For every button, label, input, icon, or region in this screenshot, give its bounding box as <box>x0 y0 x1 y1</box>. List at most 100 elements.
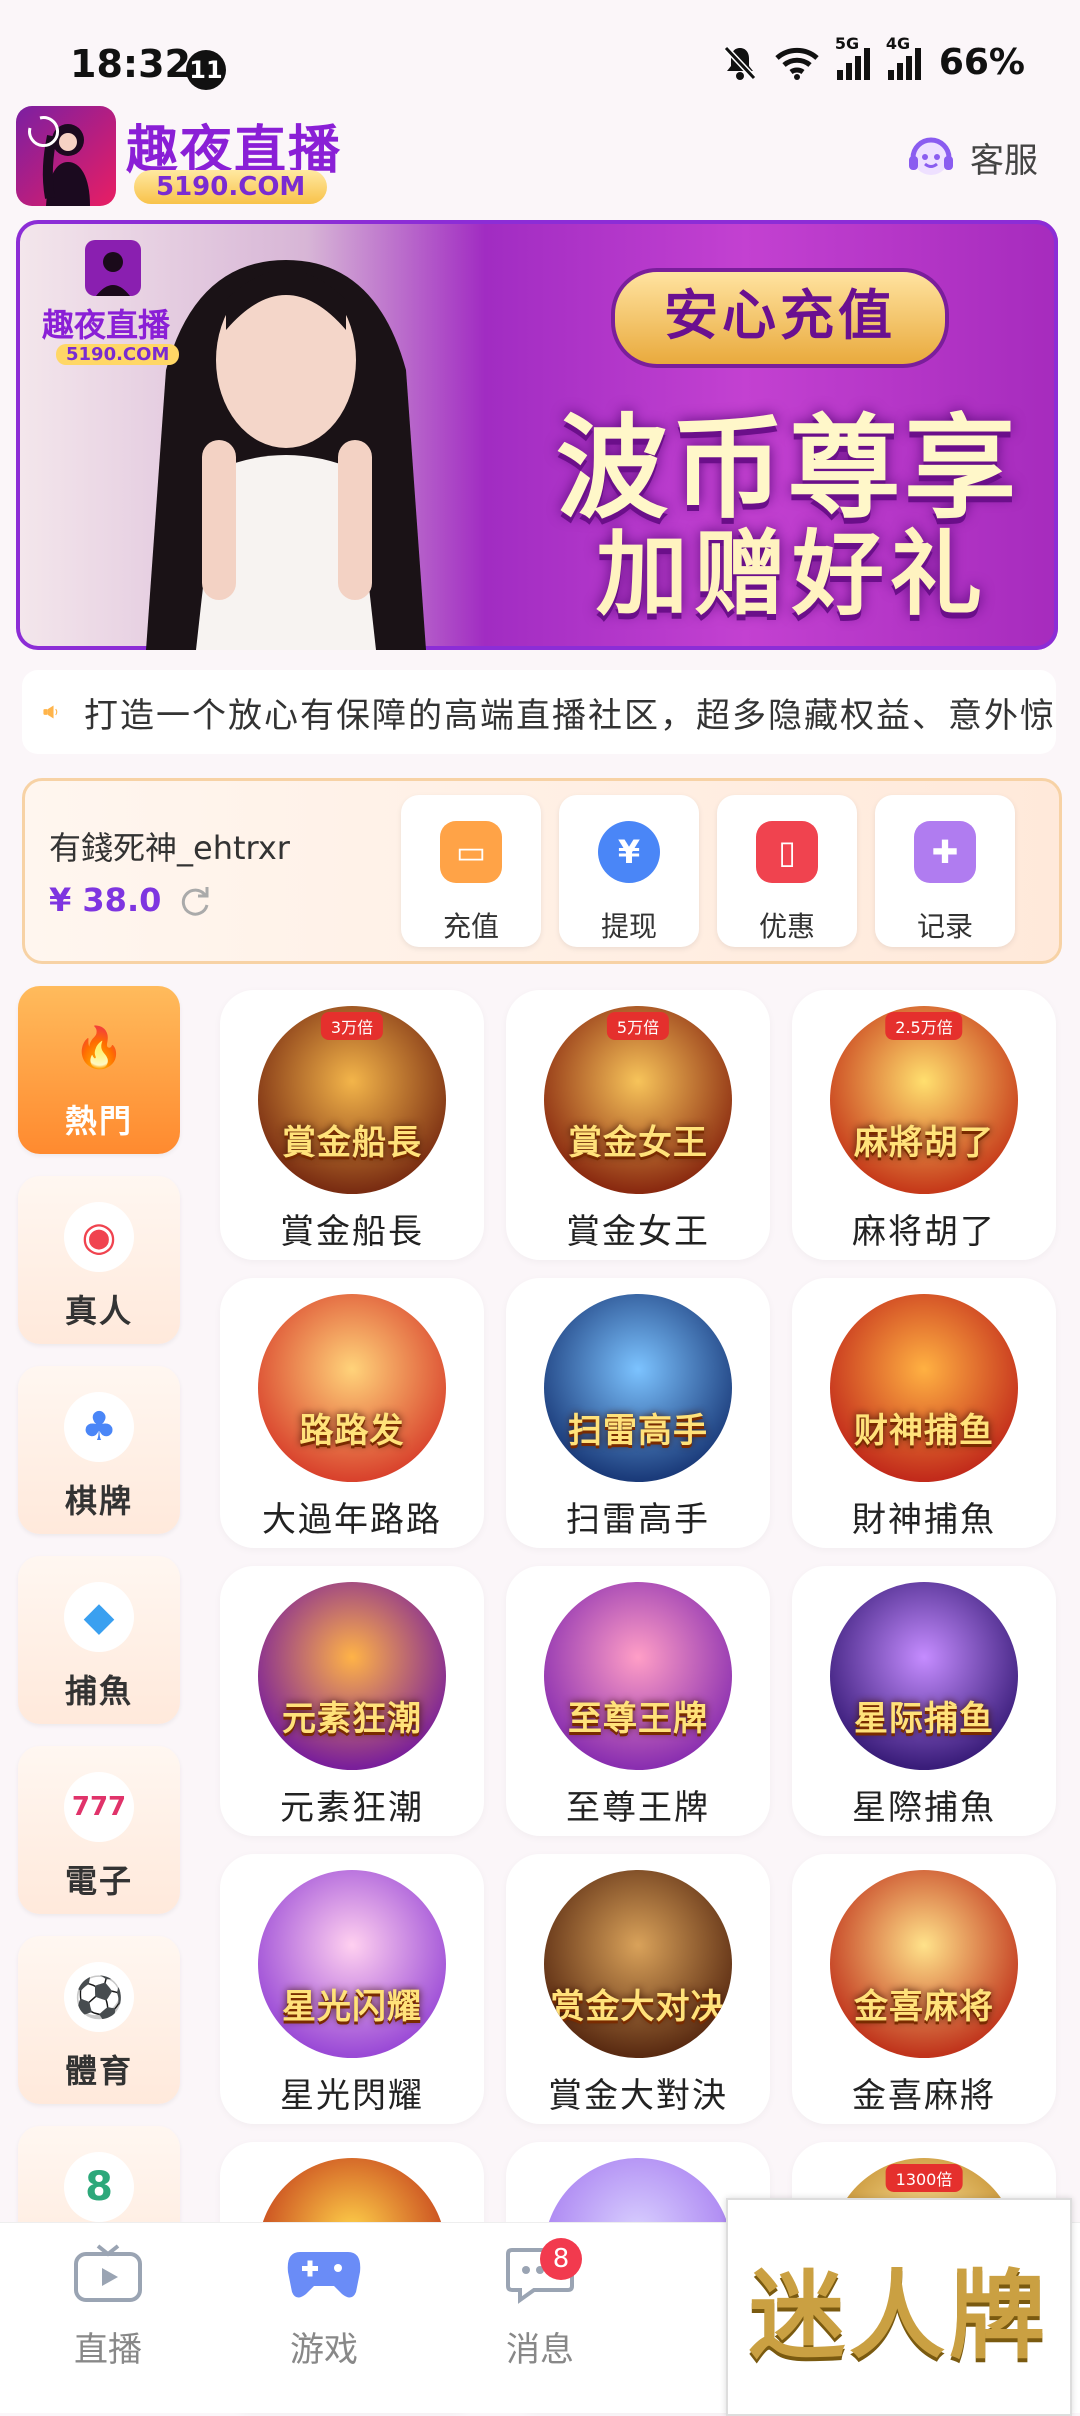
game-name: 大過年路路 <box>262 1500 442 1540</box>
game-name: 元素狂潮 <box>280 1788 424 1828</box>
game-card[interactable]: 财神捕鱼 財神捕魚 <box>792 1278 1056 1548</box>
bell-off-icon <box>723 45 757 80</box>
game-card[interactable]: 星际捕鱼 星際捕魚 <box>792 1566 1056 1836</box>
cards-icon: ♣ <box>64 1392 134 1462</box>
game-name: 至尊王牌 <box>566 1788 710 1828</box>
game-name: 賞金船長 <box>280 1212 424 1252</box>
game-logo-text: 金喜麻将 <box>854 1987 994 2027</box>
game-name: 賞金女王 <box>566 1212 710 1252</box>
game-thumbnail: 路路发 <box>258 1294 446 1482</box>
signal-5g-icon: 5G <box>835 34 870 80</box>
game-thumbnail: 金喜麻将 <box>830 1870 1018 2058</box>
nav-live[interactable]: 直播 <box>28 2242 188 2371</box>
category-label: 棋牌 <box>64 1482 133 1520</box>
category-tab-3[interactable]: ◆ 捕魚 <box>18 1556 180 1724</box>
headset-icon <box>909 137 953 175</box>
game-thumbnail: 3万倍 賞金船長 <box>258 1006 446 1194</box>
game-name: 賞金大對決 <box>548 2076 728 2116</box>
speaker-icon <box>43 705 58 719</box>
balance-amount: ¥ 38.0 <box>49 881 162 919</box>
game-logo-text: 元素狂潮 <box>282 1699 422 1739</box>
game-logo-text: 星际捕鱼 <box>854 1699 994 1739</box>
game-card[interactable]: 金喜麻将 金喜麻將 <box>792 1854 1056 2124</box>
game-card[interactable]: 元素狂潮 元素狂潮 <box>220 1566 484 1836</box>
game-thumbnail: 元素狂潮 <box>258 1582 446 1770</box>
gamepad-icon <box>287 2252 361 2298</box>
game-card[interactable]: 赏金大对决賞金大對決 <box>506 1854 770 2124</box>
game-logo-text: 星光闪耀 <box>282 1987 422 2027</box>
game-name: 金喜麻將 <box>852 2076 996 2116</box>
game-multiplier-badge: 2.5万倍 <box>885 1012 963 1040</box>
wallet-panel: 有錢死神_ehtrxr ¥ 38.0 ▭ 充值 ¥ 提现 ▯ 优惠 ✚ 记录 <box>22 778 1062 964</box>
game-logo-text: 賞金船長 <box>282 1123 422 1163</box>
game-multiplier-badge: 5万倍 <box>606 1012 670 1040</box>
game-thumbnail: 星光闪耀 <box>258 1870 446 2058</box>
nav-games-label: 游戏 <box>290 2330 358 2370</box>
soccer-icon: ⚽ <box>64 1962 134 2032</box>
wallet-button-label: 优惠 <box>758 910 815 943</box>
announcement-marquee[interactable]: 打造一个放心有保障的高端直播社区，超多隐藏权益、意外惊 <box>22 670 1056 754</box>
game-card[interactable]: 至尊王牌 至尊王牌 <box>506 1566 770 1836</box>
game-card[interactable]: 路路发 大過年路路 <box>220 1278 484 1548</box>
category-tab-2[interactable]: ♣ 棋牌 <box>18 1366 180 1534</box>
status-time: 18:32 <box>70 42 191 86</box>
game-name: 星際捕魚 <box>852 1788 996 1828</box>
game-name: 星光閃耀 <box>280 2076 424 2116</box>
username: 有錢死神_ehtrxr <box>49 829 290 867</box>
yen-icon: ¥ <box>598 821 660 883</box>
category-tab-1[interactable]: ◉ 真人 <box>18 1176 180 1344</box>
category-label: 熱門 <box>64 1102 133 1140</box>
promo-banner[interactable]: 趣夜直播 5190.COM 安心充值 波币尊享 加赠好礼 <box>16 220 1058 650</box>
nav-games[interactable]: 游戏 <box>244 2242 404 2371</box>
wifi-icon <box>775 47 819 80</box>
tv-icon <box>74 2244 142 2302</box>
wallet-button-label: 充值 <box>442 910 499 943</box>
wallet-button-3[interactable]: ✚ 记录 <box>875 795 1015 947</box>
wallet-button-label: 提现 <box>600 910 657 943</box>
gamepad-icon: ✚ <box>914 821 976 883</box>
category-label: 體育 <box>64 2052 133 2090</box>
category-label: 真人 <box>64 1292 133 1330</box>
game-logo-text: 至尊王牌 <box>568 1699 708 1739</box>
nav-messages[interactable]: 8 消息 <box>460 2238 620 2371</box>
app-brand-domain: 5190.COM <box>134 170 328 204</box>
game-thumbnail: 扫雷高手 <box>544 1294 732 1482</box>
banner-logo-title: 趣夜直播 <box>42 306 171 344</box>
customer-service-label: 客服 <box>970 140 1038 181</box>
refresh-icon[interactable] <box>177 883 211 917</box>
game-card[interactable]: 扫雷高手 扫雷高手 <box>506 1278 770 1548</box>
chip-icon: ◉ <box>64 1202 134 1272</box>
customer-service-button[interactable]: 客服 <box>904 130 1038 184</box>
game-logo-text: 赏金大对决 <box>550 1987 726 2027</box>
game-logo-text: 麻將胡了 <box>854 1123 994 1163</box>
game-card[interactable]: 2.5万倍 麻將胡了 麻将胡了 <box>792 990 1056 1260</box>
category-tab-5[interactable]: ⚽ 體育 <box>18 1936 180 2104</box>
battery-level: 66% <box>938 42 1025 83</box>
flame-icon: 🔥 <box>74 1024 124 1071</box>
category-label: 捕魚 <box>64 1672 133 1710</box>
game-thumbnail: 财神捕鱼 <box>830 1294 1018 1482</box>
game-name: 扫雷高手 <box>566 1500 710 1540</box>
game-name: 財神捕魚 <box>852 1500 996 1540</box>
category-tab-4[interactable]: 777 電子 <box>18 1746 180 1914</box>
category-tab-0[interactable]: 🔥 熱門 <box>18 986 180 1154</box>
game-logo-text: 扫雷高手 <box>568 1411 708 1451</box>
app-logo-icon <box>16 106 116 206</box>
wallet-button-1[interactable]: ¥ 提现 <box>559 795 699 947</box>
game-thumbnail: 5万倍賞金女王 <box>544 1006 732 1194</box>
banner-pill-text: 安心充值 <box>611 268 949 368</box>
balance-row: ¥ 38.0 <box>49 881 211 919</box>
floating-ad-banner[interactable]: 迷人牌 <box>726 2198 1072 2416</box>
game-thumbnail: 赏金大对决 <box>544 1870 732 2058</box>
game-logo-text: 賞金女王 <box>568 1123 708 1163</box>
wallet-button-0[interactable]: ▭ 充值 <box>401 795 541 947</box>
game-thumbnail: 星际捕鱼 <box>830 1582 1018 1770</box>
game-card[interactable]: 5万倍 賞金女王 賞金女王 <box>506 990 770 1260</box>
game-card[interactable]: 3万倍 賞金船長 賞金船長 <box>220 990 484 1260</box>
slot-777-icon: 777 <box>64 1772 134 1842</box>
wallet-button-2[interactable]: ▯ 优惠 <box>717 795 857 947</box>
signal-4g-icon: 4G <box>886 34 921 80</box>
wallet-icon: ▭ <box>440 821 502 883</box>
banner-logo-domain: 5190.COM <box>56 344 180 365</box>
game-card[interactable]: 星光闪耀 星光閃耀 <box>220 1854 484 2124</box>
